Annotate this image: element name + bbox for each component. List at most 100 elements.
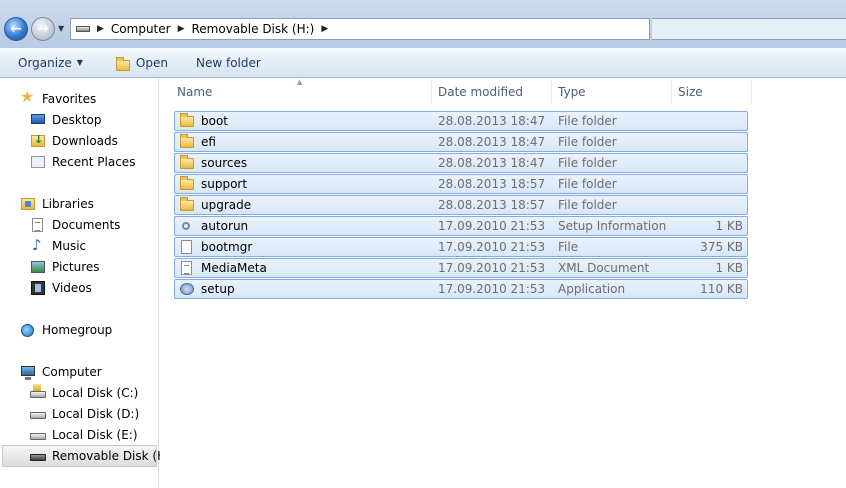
file-name: sources [201, 156, 248, 170]
file-date: 28.08.2013 18:57 [438, 198, 546, 212]
nav-libraries[interactable]: Libraries [20, 194, 94, 214]
homegroup-icon [20, 322, 36, 338]
nav-label: Local Disk (C:) [52, 386, 139, 400]
nav-item-downloads[interactable]: Downloads [30, 131, 118, 151]
file-type: XML Document [558, 261, 650, 275]
nav-label: Recent Places [52, 155, 136, 169]
open-label: Open [135, 55, 168, 70]
search-box-area[interactable] [652, 18, 846, 40]
folder-icon [179, 134, 195, 150]
table-row[interactable]: boot 28.08.2013 18:47 File folder [174, 111, 748, 131]
recent-pages-dropdown[interactable]: ▼ [58, 24, 64, 33]
file-name: support [201, 177, 248, 191]
file-name: autorun [201, 219, 249, 233]
organize-label: Organize [18, 55, 72, 70]
star-icon: ★ [20, 87, 35, 106]
open-button[interactable]: Open [115, 55, 168, 71]
table-row[interactable]: upgrade 28.08.2013 18:57 File folder [174, 195, 748, 215]
address-bar[interactable]: ▶ Computer ▶ Removable Disk (H:) ▶ [70, 18, 650, 40]
chevron-right-icon[interactable]: ▶ [178, 24, 185, 34]
nav-label: Pictures [52, 260, 100, 274]
nav-item-music[interactable]: ♪ Music [30, 236, 86, 256]
file-name: upgrade [201, 198, 252, 212]
file-date: 17.09.2010 21:53 [438, 261, 546, 275]
nav-label: Videos [52, 281, 92, 295]
file-name: setup [201, 282, 235, 296]
table-row[interactable]: support 28.08.2013 18:57 File folder [174, 174, 748, 194]
file-type: File [558, 240, 579, 254]
nav-homegroup[interactable]: Homegroup [20, 320, 112, 340]
drive-icon [30, 427, 46, 443]
file-date: 17.09.2010 21:53 [438, 240, 546, 254]
column-header-date-modified[interactable]: Date modified [432, 78, 550, 106]
file-type: File folder [558, 177, 617, 191]
nav-item-videos[interactable]: Videos [30, 278, 92, 298]
nav-label: Documents [52, 218, 121, 232]
folder-icon [179, 113, 195, 129]
documents-icon [30, 217, 46, 233]
recent-places-icon [30, 154, 46, 170]
file-type: File folder [558, 114, 617, 128]
nav-label: Desktop [52, 113, 102, 127]
table-row[interactable]: autorun 17.09.2010 21:53 Setup Informati… [174, 216, 748, 236]
breadcrumb-computer[interactable]: Computer [111, 22, 171, 36]
chevron-right-icon[interactable]: ▶ [97, 24, 104, 34]
back-arrow-icon: ← [10, 21, 22, 37]
nav-favorites[interactable]: ★ Favorites [20, 89, 96, 109]
application-icon [179, 281, 195, 297]
nav-label: Local Disk (D:) [52, 407, 140, 421]
breadcrumb-removable-disk[interactable]: Removable Disk (H:) [192, 22, 315, 36]
column-divider[interactable] [751, 80, 752, 104]
column-header-type[interactable]: Type [552, 78, 670, 106]
folder-icon [179, 155, 195, 171]
table-row[interactable]: sources 28.08.2013 18:47 File folder [174, 153, 748, 173]
file-date: 28.08.2013 18:47 [438, 135, 546, 149]
file-size: 1 KB [715, 219, 743, 233]
nav-item-local-disk-d[interactable]: Local Disk (D:) [30, 404, 139, 424]
file-name: MediaMeta [201, 261, 267, 275]
setup-info-icon [179, 218, 195, 234]
file-type: File folder [558, 156, 617, 170]
nav-item-local-disk-c[interactable]: Local Disk (C:) [30, 383, 138, 403]
downloads-icon [30, 133, 46, 149]
forward-button[interactable]: → [31, 17, 55, 41]
nav-label: Computer [42, 365, 102, 379]
nav-item-removable-disk-h[interactable]: Removable Disk (H:) [2, 445, 175, 467]
libraries-icon [20, 196, 36, 212]
pictures-icon [30, 259, 46, 275]
nav-item-recent-places[interactable]: Recent Places [30, 152, 135, 172]
nav-item-desktop[interactable]: Desktop [30, 110, 102, 130]
file-name: efi [201, 135, 216, 149]
table-row[interactable]: setup 17.09.2010 21:53 Application 110 K… [174, 279, 748, 299]
command-toolbar: Organize ▼ Open New folder [0, 48, 846, 78]
desktop-icon [30, 112, 46, 128]
file-list-pane: ▲ Name Date modified Type Size boot 28.0… [160, 78, 846, 488]
removable-drive-icon [30, 448, 46, 464]
file-name: bootmgr [201, 240, 253, 254]
nav-item-pictures[interactable]: Pictures [30, 257, 100, 277]
forward-arrow-icon: → [37, 21, 49, 37]
back-button[interactable]: ← [4, 17, 28, 41]
drive-icon [76, 26, 90, 32]
nav-label: Local Disk (E:) [52, 428, 138, 442]
table-row[interactable]: MediaMeta 17.09.2010 21:53 XML Document … [174, 258, 748, 278]
column-header-size[interactable]: Size [672, 78, 750, 106]
column-header-name[interactable]: Name [171, 78, 431, 106]
file-date: 17.09.2010 21:53 [438, 282, 546, 296]
table-row[interactable]: bootmgr 17.09.2010 21:53 File 375 KB [174, 237, 748, 257]
file-size: 375 KB [700, 240, 743, 254]
folder-icon [179, 197, 195, 213]
drive-icon [30, 406, 46, 422]
nav-item-documents[interactable]: Documents [30, 215, 120, 235]
file-type: Setup Information [558, 219, 667, 233]
nav-computer[interactable]: Computer [20, 362, 102, 382]
chevron-right-icon[interactable]: ▶ [321, 24, 328, 34]
chevron-down-icon: ▼ [76, 58, 83, 67]
new-folder-button[interactable]: New folder [196, 56, 261, 70]
file-icon [179, 239, 195, 255]
nav-label: Homegroup [42, 323, 113, 337]
file-date: 28.08.2013 18:47 [438, 156, 546, 170]
organize-button[interactable]: Organize ▼ [18, 56, 83, 70]
nav-item-local-disk-e[interactable]: Local Disk (E:) [30, 425, 138, 445]
table-row[interactable]: efi 28.08.2013 18:47 File folder [174, 132, 748, 152]
